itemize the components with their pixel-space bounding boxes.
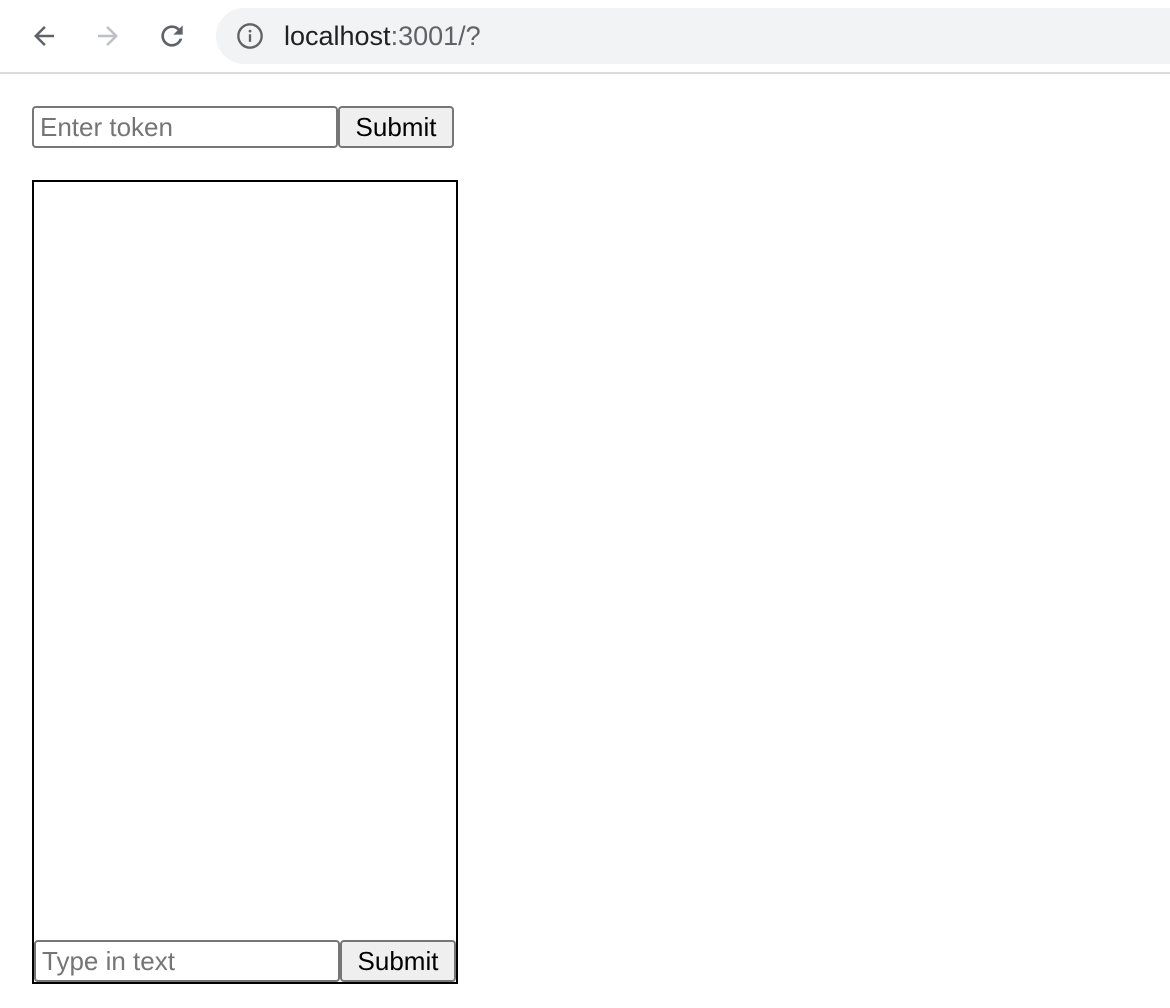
token-input[interactable] [32, 106, 338, 148]
url-path: :3001/? [390, 21, 481, 51]
page-content: Submit Submit [0, 74, 1170, 1008]
token-submit-button[interactable]: Submit [338, 106, 454, 148]
reload-button[interactable] [154, 18, 190, 54]
reload-icon [161, 25, 183, 47]
chat-submit-button[interactable]: Submit [340, 940, 456, 982]
chat-panel: Submit [32, 180, 458, 984]
browser-toolbar: localhost:3001/? [0, 0, 1170, 74]
chat-form: Submit [34, 940, 456, 982]
info-circle-icon[interactable] [236, 22, 264, 50]
arrow-left-icon [34, 26, 54, 46]
back-button[interactable] [26, 18, 62, 54]
url-host: localhost [284, 21, 391, 51]
chat-text-input[interactable] [34, 940, 340, 982]
forward-button[interactable] [90, 18, 126, 54]
token-form: Submit [32, 106, 454, 148]
message-list [34, 182, 456, 938]
address-bar[interactable]: localhost:3001/? [216, 8, 1170, 64]
arrow-right-icon [98, 26, 118, 46]
url-text[interactable]: localhost:3001/? [284, 20, 481, 52]
